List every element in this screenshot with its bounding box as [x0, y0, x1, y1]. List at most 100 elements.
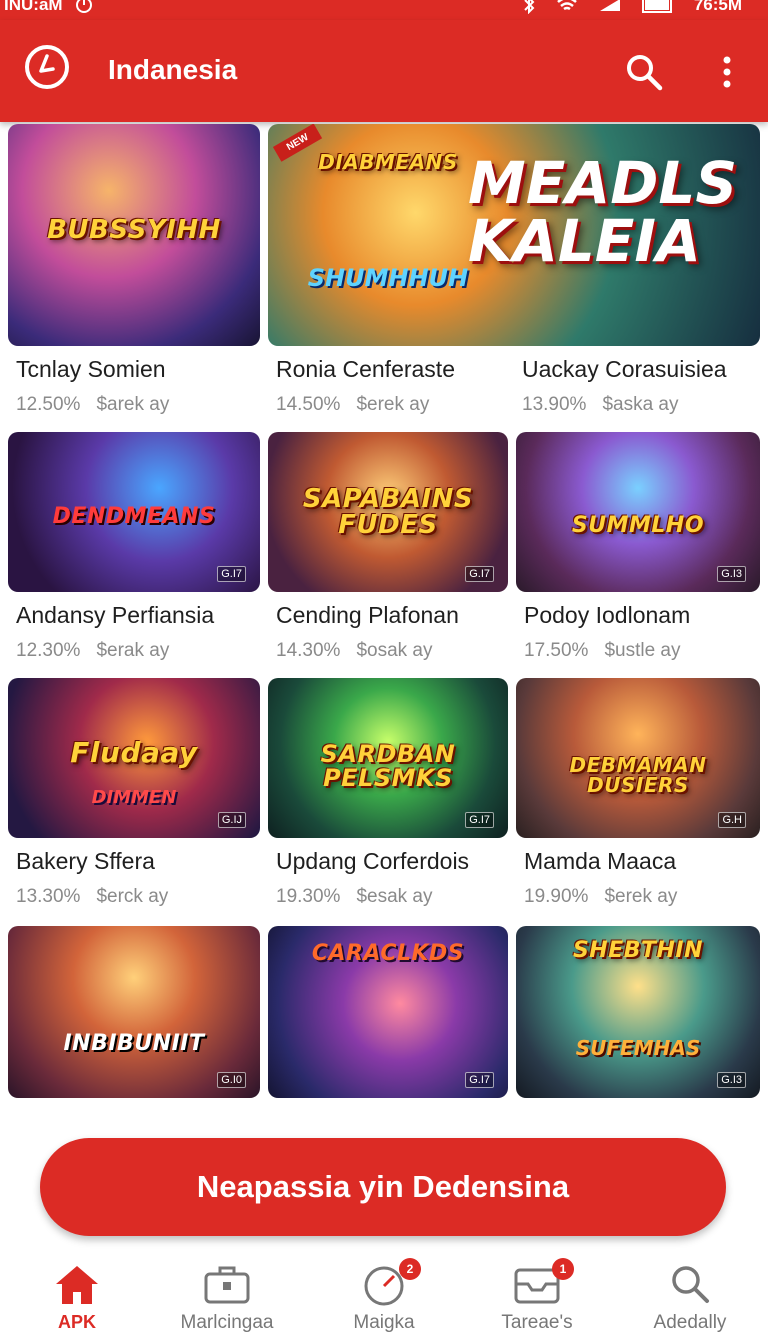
bluetooth-icon — [524, 0, 535, 14]
nav-label: Maigka — [353, 1312, 415, 1333]
game-percent: 19.90% — [524, 886, 589, 907]
game-thumbnail[interactable]: CARACLKDS G.I7 — [268, 926, 508, 1098]
age-rating-badge: G.IJ — [217, 812, 246, 828]
game-price: $erak ay — [96, 640, 170, 661]
age-rating-badge: G.I7 — [217, 566, 246, 582]
notification-badge: 2 — [399, 1258, 421, 1280]
game-art-title: CARACLKDS — [311, 941, 465, 967]
carrier-text: INU:aM — [4, 0, 63, 14]
game-thumbnail[interactable]: SUMMLHO G.I3 — [516, 432, 760, 592]
game-meta: 17.50% $ustle ay — [524, 640, 681, 662]
primary-action-button[interactable]: Neapassia yin Dedensina — [40, 1138, 726, 1236]
nav-label: Marlcingaa — [180, 1312, 274, 1333]
game-title: Bakery Sffera — [16, 848, 155, 874]
nav-item-maigka[interactable]: 2 Maigka — [309, 1250, 459, 1344]
game-meta: 13.90% $aska ay — [522, 394, 679, 416]
game-art-subtitle: SHUMHHUH — [307, 264, 469, 292]
game-art-title: INBIBUNIIT — [63, 1030, 205, 1056]
game-art-title: SHEBTHIN — [572, 937, 704, 963]
more-options-button[interactable] — [712, 54, 742, 94]
game-thumbnail[interactable]: SHEBTHIN SUFEMHAS G.I3 — [516, 926, 760, 1098]
nav-item-tareaes[interactable]: 1 Tareae's — [462, 1250, 612, 1344]
game-percent: 13.30% — [16, 886, 81, 907]
game-title: Mamda Maaca — [524, 848, 677, 874]
game-title: Updang Corferdois — [276, 848, 470, 874]
game-thumbnail[interactable]: DENDMEANS G.I7 — [8, 432, 260, 592]
search-icon — [627, 55, 663, 91]
game-percent: 19.30% — [276, 886, 341, 907]
alarm-icon — [75, 0, 92, 13]
game-card[interactable]: DEBMAMAN DUSIERS G.H Mamda Maaca 19.90% $… — [516, 678, 760, 918]
game-meta: 19.90% $erek ay — [524, 886, 677, 908]
bottom-navigation: APK Marlcingaa 2 Maigka 1 Tareae's Adeda… — [0, 1250, 768, 1344]
game-price: $aska ay — [602, 394, 679, 415]
age-rating-badge: G.I3 — [717, 566, 746, 582]
scroll-fade — [0, 1100, 768, 1118]
game-art-subtitle: SUFEMHAS — [575, 1036, 701, 1061]
game-price: $esak ay — [356, 886, 433, 907]
nav-label: APK — [57, 1312, 96, 1332]
game-percent: 12.30% — [16, 640, 81, 661]
game-percent: 14.30% — [276, 640, 341, 661]
game-thumbnail[interactable]: DEBMAMAN DUSIERS G.H — [516, 678, 760, 838]
age-rating-badge: G.I7 — [465, 812, 494, 828]
game-thumbnail[interactable]: Fludaay DIMMEN G.IJ — [8, 678, 260, 838]
status-bar: INU:aM 76:5M — [0, 0, 768, 20]
nav-item-adedally[interactable]: Adedally — [615, 1250, 765, 1344]
game-title: Ronia Cenferaste — [276, 356, 455, 382]
game-card[interactable]: Fludaay DIMMEN G.IJ Bakery Sffera 13.30%… — [8, 678, 260, 918]
game-thumbnail[interactable]: SARDBAN PELSMKS G.I7 — [268, 678, 508, 838]
game-thumbnail[interactable]: SAPABAINS FUDES G.I7 — [268, 432, 508, 592]
game-art-title: SARDBAN PELSMKS — [320, 740, 456, 792]
game-meta: 13.30% $erck ay — [16, 886, 168, 908]
briefcase-icon — [204, 1266, 250, 1304]
home-icon — [56, 1266, 98, 1304]
nav-label: Adedally — [653, 1312, 727, 1333]
game-price: $osak ay — [356, 640, 433, 661]
game-card[interactable]: SAPABAINS FUDES G.I7 Cending Plafonan 14… — [268, 432, 508, 672]
search-button[interactable] — [624, 52, 664, 92]
game-card[interactable]: SHEBTHIN SUFEMHAS G.I3 — [516, 926, 760, 1106]
game-percent: 12.50% — [16, 394, 81, 415]
game-card[interactable]: CARACLKDS G.I7 — [268, 926, 508, 1106]
game-card[interactable]: BUBSSYIHH Tcnlay Somien 12.50% $arek ay — [8, 124, 260, 424]
game-card[interactable]: DENDMEANS G.I7 Andansy Perfiansia 12.30%… — [8, 432, 260, 672]
game-meta: 14.30% $osak ay — [276, 640, 433, 662]
nav-item-marlcingaa[interactable]: Marlcingaa — [152, 1250, 302, 1344]
nav-label: Tareae's — [501, 1312, 573, 1333]
app-title: Indanesia — [108, 54, 238, 85]
game-title: Andansy Perfiansia — [16, 602, 215, 628]
notification-badge: 1 — [552, 1258, 574, 1280]
game-percent: 14.50% — [276, 394, 341, 415]
battery-icon — [641, 0, 672, 13]
game-thumbnail[interactable]: NEW DIABMEANS SHUMHHUH MEADLS KALEIA — [268, 124, 760, 346]
wifi-icon — [556, 0, 577, 11]
game-card-featured[interactable]: NEW DIABMEANS SHUMHHUH MEADLS KALEIA Ron… — [268, 124, 760, 424]
game-thumbnail[interactable]: BUBSSYIHH — [8, 124, 260, 346]
game-art-subtitle: DIMMEN — [91, 786, 177, 808]
game-meta: 14.50% $erek ay — [276, 394, 429, 416]
game-card[interactable]: SUMMLHO G.I3 Podoy Iodlonam 17.50% $ustle… — [516, 432, 760, 672]
clock-text: 76:5M — [693, 0, 742, 14]
app-logo-icon[interactable] — [25, 45, 69, 89]
nav-item-apk[interactable]: APK — [2, 1250, 152, 1344]
game-art-title: Fludaay — [70, 735, 198, 769]
game-art-title: DENDMEANS — [52, 503, 216, 529]
game-title: Tcnlay Somien — [16, 356, 166, 382]
game-thumbnail[interactable]: INBIBUNIIT G.I0 — [8, 926, 260, 1098]
game-art-title: DEBMAMAN DUSIERS — [569, 752, 707, 797]
search-icon — [672, 1266, 709, 1303]
game-title: Uackay Corasuisiea — [522, 356, 727, 382]
age-rating-badge: G.H — [718, 812, 746, 828]
game-card[interactable]: SARDBAN PELSMKS G.I7 Updang Corferdois 1… — [268, 678, 508, 918]
age-rating-badge: G.I3 — [717, 1072, 746, 1088]
game-percent: 17.50% — [524, 640, 589, 661]
more-vertical-icon — [723, 56, 731, 88]
game-card[interactable]: INBIBUNIIT G.I0 — [8, 926, 260, 1106]
game-percent: 13.90% — [522, 394, 587, 415]
game-art-title: BUBSSYIHH — [47, 215, 221, 246]
game-price: $arek ay — [96, 394, 170, 415]
age-rating-badge: G.I0 — [217, 1072, 246, 1088]
featured-art-title: MEADLS KALEIA — [468, 149, 738, 275]
game-price: $ustle ay — [604, 640, 681, 661]
